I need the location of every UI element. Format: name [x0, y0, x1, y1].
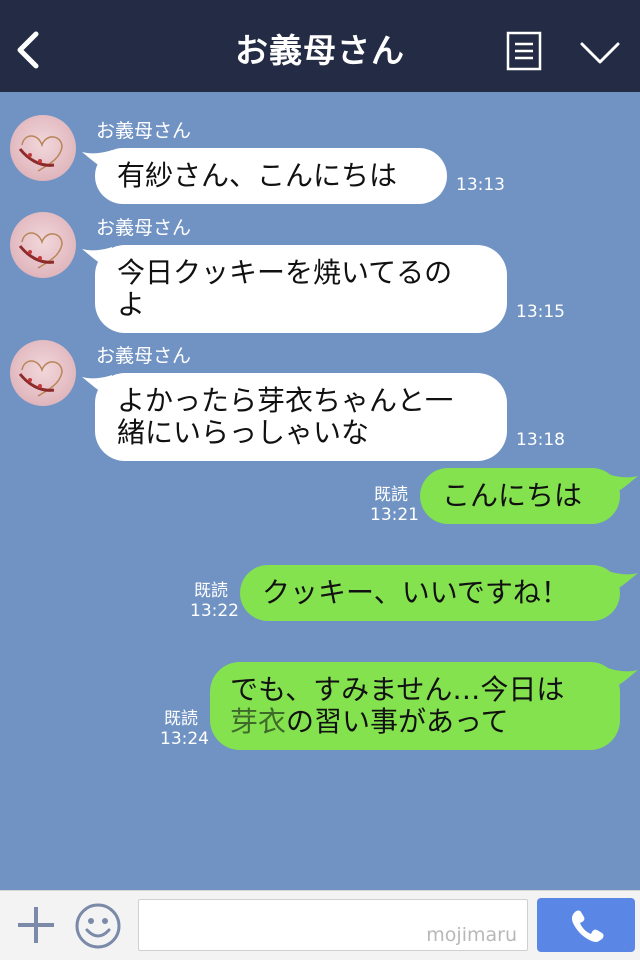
message-time: 13:22	[190, 601, 239, 621]
message-time: 13:15	[516, 302, 565, 322]
bubble-tail	[608, 474, 638, 496]
heart-necklace-avatar-icon	[18, 135, 63, 172]
sender-name: お義母さん	[96, 217, 192, 239]
chat-header: お義母さん	[0, 0, 640, 92]
emoji-button[interactable]	[74, 902, 122, 950]
smiley-icon	[75, 903, 121, 949]
highlighted-name: 芽衣	[230, 705, 287, 738]
read-receipt: 既読	[164, 709, 198, 729]
message-time: 13:24	[160, 729, 209, 749]
input-bar: mojimaru	[0, 890, 640, 960]
avatar[interactable]	[10, 115, 76, 181]
chevron-down-icon	[580, 42, 620, 64]
chevron-left-icon	[17, 31, 39, 69]
add-button[interactable]	[14, 903, 58, 947]
message-bubble[interactable]: クッキー、いいですね！	[240, 565, 620, 621]
message-bubble[interactable]: 有紗さん、こんにちは	[95, 148, 447, 204]
message-time: 13:21	[370, 505, 419, 525]
message-time: 13:13	[456, 175, 505, 195]
heart-necklace-avatar-icon	[18, 360, 63, 397]
avatar[interactable]	[10, 340, 76, 406]
collapse-button[interactable]	[578, 38, 622, 68]
chat-title: お義母さん	[235, 31, 405, 70]
message-bubble[interactable]: よかったら芽衣ちゃんと一 緒にいらっしゃいな	[95, 373, 507, 461]
plus-icon	[18, 907, 54, 943]
back-button[interactable]	[12, 30, 46, 70]
read-receipt: 既読	[374, 485, 408, 505]
message-bubble[interactable]: でも、すみません…今日は 芽衣の習い事があって	[210, 662, 620, 750]
bubble-tail	[608, 571, 638, 593]
sender-name: お義母さん	[96, 345, 192, 367]
avatar[interactable]	[10, 212, 76, 278]
message-time: 13:18	[516, 430, 565, 450]
heart-necklace-avatar-icon	[18, 232, 63, 269]
message-input[interactable]: mojimaru	[138, 899, 528, 951]
call-button[interactable]	[537, 898, 635, 952]
message-bubble[interactable]: こんにちは	[420, 468, 620, 524]
menu-button[interactable]	[506, 31, 542, 71]
list-menu-icon	[506, 31, 542, 71]
bubble-tail	[608, 668, 638, 690]
phone-icon	[571, 910, 604, 942]
message-bubble[interactable]: 今日クッキーを焼いてるの よ	[95, 245, 507, 333]
message-line: でも、すみません…今日は	[230, 673, 565, 706]
read-receipt: 既読	[194, 581, 228, 601]
sender-name: お義母さん	[96, 120, 192, 142]
watermark-text: mojimaru	[426, 924, 517, 946]
message-line: の習い事があって	[286, 705, 509, 738]
